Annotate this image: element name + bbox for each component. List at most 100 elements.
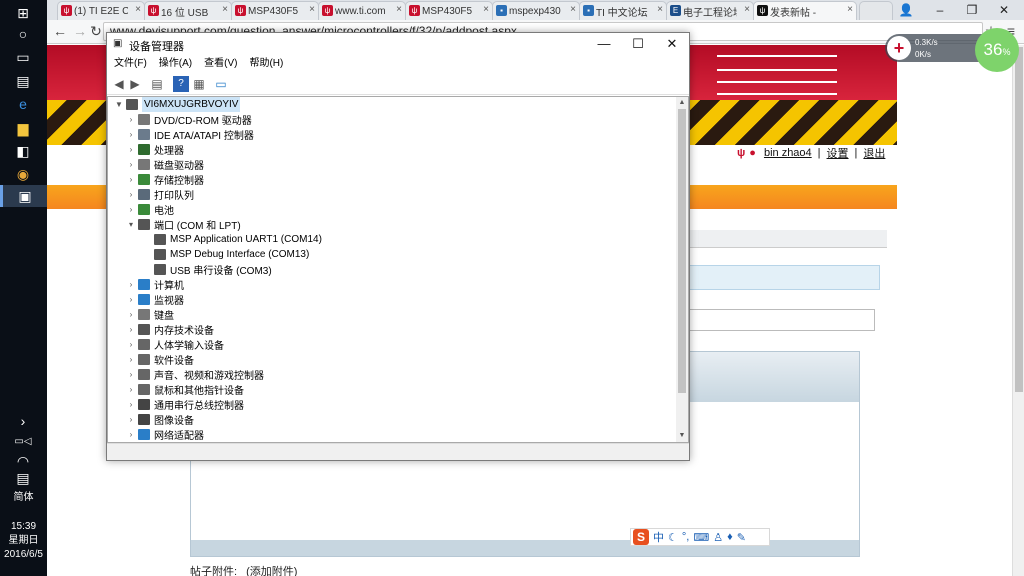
tree-category-item[interactable]: › DVD/CD-ROM 驱动器 [126,112,252,127]
tree-category-item[interactable]: › 磁盘驱动器 [126,157,204,172]
tree-device-item[interactable]: USB 串行设备 (COM3) [142,262,272,277]
battery-volume-icon[interactable]: ▭◁ [11,430,35,452]
menu-view[interactable]: 查看(V) [204,55,237,73]
monitor-scan-icon[interactable]: ▭ [213,76,229,92]
skin-icon[interactable]: ♦ [727,531,733,543]
chevron-right-icon[interactable]: › [126,325,136,334]
tree-category-item[interactable]: › 软件设备 [126,352,194,367]
close-icon[interactable]: × [396,4,402,15]
restore-button[interactable]: ❐ [955,0,989,20]
menu-help[interactable]: 帮助(H) [249,55,283,73]
tree-category-item[interactable]: › 键盘 [126,307,174,322]
device-manager-taskbar-icon[interactable]: ▣ [0,185,47,207]
chevron-right-icon[interactable]: › [126,310,136,319]
details-icon[interactable]: ▦ [191,76,207,92]
tree-scrollbar[interactable]: ▲ ▼ [676,97,688,442]
browser-tab[interactable]: ψ (1) TI E2E C × [57,1,145,20]
chevron-right-icon[interactable]: › [126,205,136,214]
punctuation-icon[interactable]: °, [682,531,689,543]
new-tab-button[interactable] [859,1,893,20]
user-icon[interactable]: ♙ [713,531,723,544]
tree-device-item[interactable]: MSP Application UART1 (COM14) [142,232,322,247]
close-icon[interactable]: × [570,4,576,15]
browser-tab[interactable]: ψ MSP430F5 × [405,1,493,20]
properties-icon[interactable]: ▤ [149,76,165,92]
user-name-link[interactable]: bin zhao4 [764,147,812,159]
office-icon[interactable]: ▤ [11,70,35,92]
tree-category-item[interactable]: ▾ 端口 (COM 和 LPT) [126,217,241,232]
page-scrollbar[interactable] [1012,45,1024,576]
file-explorer-icon[interactable]: ▆ [11,117,35,139]
cortana-icon[interactable]: ○ [11,23,35,45]
chevron-right-icon[interactable]: › [126,370,136,379]
browser-tab[interactable]: ▪ mspexp430 × [492,1,580,20]
forward-arrow-icon[interactable]: ▶ [127,76,143,92]
minimize-button[interactable]: – [923,0,957,20]
close-button[interactable]: ✕ [655,33,689,55]
tree-category-item[interactable]: › 电池 [126,202,174,217]
browser-tab[interactable]: E 电子工程论坛 × [666,1,754,20]
task-view-icon[interactable]: ▭ [11,46,35,68]
chevron-right-icon[interactable]: › [126,190,136,199]
settings-link[interactable]: 设置 [827,145,849,161]
tree-root[interactable]: ▼ VI6MXUJGRBVOYIV [114,97,241,112]
plus-icon[interactable]: + [887,36,911,60]
user-icon[interactable]: 👤 [889,0,923,20]
maximize-button[interactable]: ☐ [621,33,655,55]
moon-icon[interactable]: ☾ [668,531,678,544]
chevron-right-icon[interactable]: › [126,115,136,124]
back-arrow-icon[interactable]: ◀ [111,76,127,92]
scroll-up-icon[interactable]: ▲ [676,97,688,109]
chevron-right-icon[interactable]: › [126,340,136,349]
chevron-right-icon[interactable]: › [126,145,136,154]
browser-tab[interactable]: ψ 16 位 USB × [144,1,232,20]
browser-tab[interactable]: ψ www.ti.com × [318,1,406,20]
windows-start-icon[interactable]: ⊞ [11,2,35,24]
close-icon[interactable]: × [847,4,853,15]
chevron-down-icon[interactable]: ▾ [126,220,136,229]
network-speed-widget[interactable]: + 0.3K/s 0K/s 36% [885,28,1020,72]
sogou-logo-icon[interactable]: S [633,529,649,545]
tree-category-item[interactable]: › 人体学输入设备 [126,337,224,352]
tree-category-item[interactable]: › 鼠标和其他指针设备 [126,382,244,397]
chevron-right-icon[interactable]: › [126,355,136,364]
tree-category-item[interactable]: › 图像设备 [126,412,194,427]
chevron-right-icon[interactable]: › [126,400,136,409]
menu-file[interactable]: 文件(F) [114,55,147,73]
tree-category-item[interactable]: › 计算机 [126,277,184,292]
edge-icon[interactable]: e [11,93,35,115]
close-icon[interactable]: × [309,4,315,15]
chevron-right-icon[interactable]: › [126,280,136,289]
chevron-up-icon[interactable]: › [11,410,35,432]
clock-weekday[interactable]: 星期日 [0,535,47,547]
clock-date[interactable]: 2016/6/5 [0,549,47,561]
scroll-down-icon[interactable]: ▼ [676,430,688,442]
tree-category-item[interactable]: › 声音、视频和游戏控制器 [126,367,264,382]
close-icon[interactable]: × [222,4,228,15]
close-icon[interactable]: × [135,4,141,15]
tree-category-item[interactable]: › 通用串行总线控制器 [126,397,244,412]
chevron-right-icon[interactable]: › [126,175,136,184]
minimize-button[interactable]: — [587,33,621,55]
store-icon[interactable]: ◧ [11,140,35,162]
tree-category-item[interactable]: › 存储控制器 [126,172,204,187]
window-title-bar[interactable]: ▣ 设备管理器 — ☐ ✕ [107,33,689,55]
close-icon[interactable]: × [657,4,663,15]
chrome-icon[interactable]: ◉ [11,163,35,185]
chevron-right-icon[interactable]: › [126,295,136,304]
notification-icon[interactable]: ▤ [11,467,35,489]
tree-device-item[interactable]: MSP Debug Interface (COM13) [142,247,309,262]
back-button[interactable]: ← [51,22,69,40]
chevron-right-icon[interactable]: › [126,160,136,169]
tree-category-item[interactable]: › 网络适配器 [126,427,204,442]
chevron-right-icon[interactable]: › [126,430,136,439]
add-attachment-link[interactable]: (添加附件) [246,566,297,576]
browser-tab[interactable]: ψ MSP430F5 × [231,1,319,20]
tools-icon[interactable]: ✎ [737,531,746,544]
browser-tab[interactable]: ▪ TI 中文论坛 × [579,1,667,20]
keyboard-icon[interactable]: ⌨ [693,531,709,544]
chevron-right-icon[interactable]: › [126,385,136,394]
clock-time[interactable]: 15:39 [0,521,47,533]
close-icon[interactable]: × [744,4,750,15]
help-icon[interactable]: ? [173,76,189,92]
